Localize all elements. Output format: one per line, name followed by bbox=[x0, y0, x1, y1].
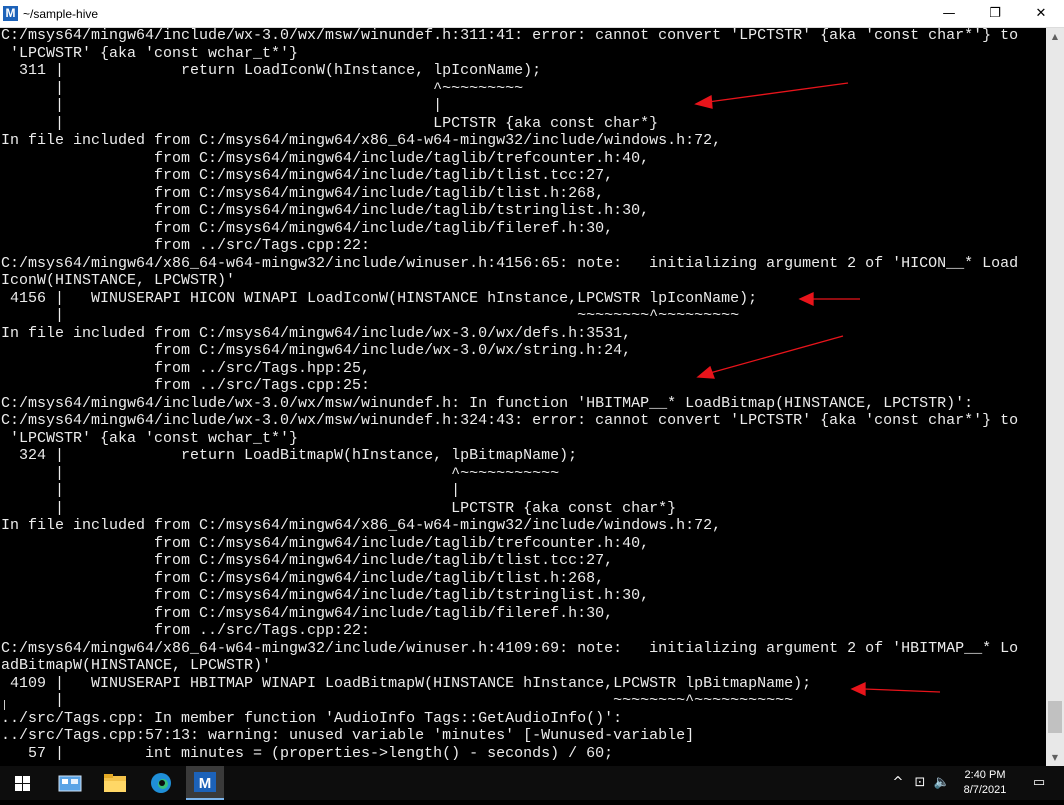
terminal-line: | ^~~~~~~~~~ bbox=[1, 79, 524, 97]
taskbar-clock[interactable]: 2:40 PM 8/7/2021 bbox=[950, 768, 1020, 798]
terminal-line: C:/msys64/mingw64/x86_64-w64-mingw32/inc… bbox=[1, 254, 1019, 272]
terminal-lines: C:/msys64/mingw64/include/wx-3.0/wx/msw/… bbox=[1, 28, 1018, 762]
terminal-line: 4109 | WINUSERAPI HBITMAP WINAPI LoadBit… bbox=[1, 674, 812, 692]
terminal-line: 4156 | WINUSERAPI HICON WINAPI LoadIconW… bbox=[1, 289, 758, 307]
clock-date: 8/7/2021 bbox=[963, 784, 1007, 796]
terminal-line: from C:/msys64/mingw64/include/taglib/tr… bbox=[1, 149, 650, 167]
terminal-line: In file included from C:/msys64/mingw64/… bbox=[1, 517, 722, 534]
scroll-down-arrow-icon[interactable]: ▼ bbox=[1046, 749, 1064, 766]
terminal-line: 57 | int minutes = (properties->length()… bbox=[1, 744, 614, 762]
terminal-line: from C:/msys64/mingw64/include/taglib/tl… bbox=[1, 569, 605, 587]
terminal-line: | | bbox=[1, 97, 443, 114]
terminal-line: from C:/msys64/mingw64/include/taglib/tl… bbox=[1, 552, 614, 569]
terminal-line: from ../src/Tags.cpp:22: bbox=[1, 237, 371, 254]
taskbar: M ^ ⊡ 🔈 2:40 PM 8/7/2021 ▭ bbox=[0, 766, 1064, 800]
terminal-line: | LPCTSTR {aka const char*} bbox=[1, 499, 677, 517]
folder-icon bbox=[104, 774, 126, 792]
network-icon[interactable]: ⊡ bbox=[910, 766, 930, 800]
terminal-line: ../src/Tags.cpp: In member function 'Aud… bbox=[1, 709, 623, 727]
terminal-line: from C:/msys64/mingw64/include/taglib/tl… bbox=[1, 184, 605, 202]
terminal-line: IconW(HINSTANCE, LPCWSTR)' bbox=[1, 272, 236, 289]
window-title: ~/sample-hive bbox=[23, 7, 99, 21]
terminal-line: 'LPCWSTR' {aka 'const wchar_t*'} bbox=[1, 429, 299, 447]
restore-button[interactable]: ❐ bbox=[972, 0, 1018, 28]
network-app-icon bbox=[58, 775, 82, 792]
close-button[interactable]: ✕ bbox=[1018, 0, 1064, 28]
scrollbar-thumb[interactable] bbox=[1048, 701, 1062, 733]
terminal-line: from ../src/Tags.cpp:25: bbox=[1, 377, 371, 394]
terminal-line: adBitmapW(HINSTANCE, LPCWSTR)' bbox=[1, 657, 272, 674]
scroll-up-arrow-icon[interactable]: ▲ bbox=[1046, 28, 1064, 45]
terminal-line: 324 | return LoadBitmapW(hInstance, lpBi… bbox=[1, 447, 578, 464]
terminal-line: from C:/msys64/mingw64/include/taglib/tl… bbox=[1, 167, 614, 184]
taskbar-network-app[interactable] bbox=[52, 766, 88, 800]
show-hidden-icons-chevron-icon[interactable]: ^ bbox=[888, 766, 908, 800]
notification-icon[interactable]: ▭ bbox=[1024, 766, 1054, 800]
title-bar: M ~/sample-hive — ❐ ✕ bbox=[0, 0, 1064, 28]
minimize-button[interactable]: — bbox=[926, 0, 972, 28]
terminal-line: from C:/msys64/mingw64/include/taglib/fi… bbox=[1, 604, 614, 622]
taskbar-edge[interactable] bbox=[142, 766, 180, 800]
volume-icon[interactable]: 🔈 bbox=[932, 766, 952, 800]
terminal-output[interactable]: C:/msys64/mingw64/include/wx-3.0/wx/msw/… bbox=[0, 28, 1046, 766]
terminal-line: from C:/msys64/mingw64/include/wx-3.0/wx… bbox=[1, 342, 632, 359]
terminal-line: from C:/msys64/mingw64/include/taglib/tr… bbox=[1, 534, 650, 552]
taskbar-msys2[interactable]: M bbox=[186, 766, 224, 800]
terminal-line: C:/msys64/mingw64/x86_64-w64-mingw32/inc… bbox=[1, 639, 1019, 657]
terminal-line: C:/msys64/mingw64/include/wx-3.0/wx/msw/… bbox=[1, 412, 1019, 429]
text-cursor bbox=[4, 700, 5, 710]
terminal-line: from C:/msys64/mingw64/include/taglib/ts… bbox=[1, 587, 650, 604]
taskbar-file-explorer[interactable] bbox=[96, 766, 134, 800]
terminal-line: In file included from C:/msys64/mingw64/… bbox=[1, 324, 632, 342]
terminal-line: | ~~~~~~~~^~~~~~~~~~ bbox=[1, 307, 740, 324]
windows-logo-icon bbox=[15, 776, 30, 791]
terminal-line: from ../src/Tags.hpp:25, bbox=[1, 359, 371, 377]
clock-time: 2:40 PM bbox=[964, 769, 1006, 781]
msys2-taskbar-icon: M bbox=[194, 772, 216, 792]
terminal-line: | ^~~~~~~~~~~~ bbox=[1, 464, 560, 482]
terminal-line: from C:/msys64/mingw64/include/taglib/fi… bbox=[1, 219, 614, 237]
terminal-line: | LPCTSTR {aka const char*} bbox=[1, 114, 659, 132]
terminal-line: from C:/msys64/mingw64/include/taglib/ts… bbox=[1, 202, 650, 219]
terminal-line: | | bbox=[1, 482, 461, 499]
terminal-line: | ~~~~~~~~^~~~~~~~~~~~ bbox=[1, 692, 794, 709]
terminal-line: C:/msys64/mingw64/include/wx-3.0/wx/msw/… bbox=[1, 394, 974, 412]
start-button[interactable] bbox=[0, 766, 46, 800]
terminal-line: 'LPCWSTR' {aka 'const wchar_t*'} bbox=[1, 44, 299, 62]
svg-text:M: M bbox=[199, 775, 212, 792]
terminal-line: ../src/Tags.cpp:57:13: warning: unused v… bbox=[1, 727, 695, 744]
terminal-line: C:/msys64/mingw64/include/wx-3.0/wx/msw/… bbox=[1, 28, 1019, 44]
msys2-app-icon: M bbox=[3, 6, 18, 21]
terminal-line: In file included from C:/msys64/mingw64/… bbox=[1, 132, 722, 149]
edge-browser-icon bbox=[151, 773, 171, 793]
terminal-line: 311 | return LoadIconW(hInstance, lpIcon… bbox=[1, 62, 542, 79]
vertical-scrollbar[interactable]: ▲ ▼ bbox=[1046, 28, 1064, 766]
terminal-line: from ../src/Tags.cpp:22: bbox=[1, 622, 371, 639]
